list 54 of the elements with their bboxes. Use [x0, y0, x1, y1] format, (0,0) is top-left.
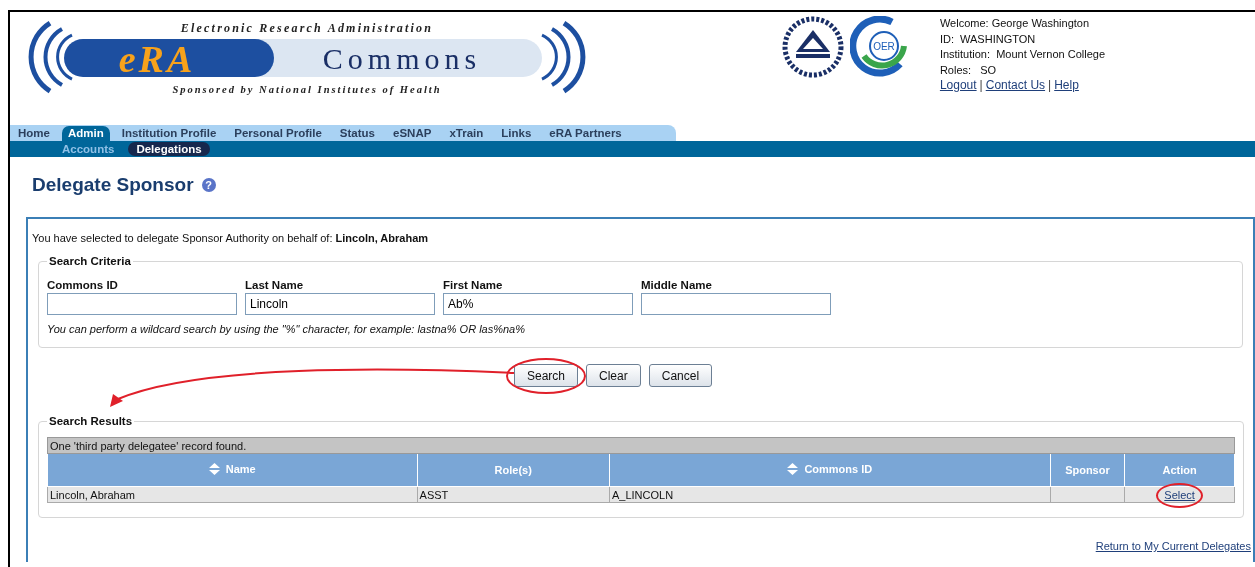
logo-mark: eRA — [118, 38, 196, 80]
user-info: ID: WASHINGTON — [939, 31, 1037, 47]
nav-tab[interactable]: Links — [495, 126, 538, 141]
field-label: First Name — [443, 279, 504, 291]
swoosh-icon — [541, 20, 586, 94]
action-button[interactable]: Clear — [586, 364, 641, 387]
nav-tab[interactable]: Status — [333, 126, 381, 141]
link-separator: | — [979, 78, 983, 94]
logo-tagline: Electronic Research Administration — [180, 21, 434, 35]
subnav-tab[interactable]: Delegations — [128, 142, 210, 156]
sort-icon[interactable] — [208, 463, 220, 475]
column-label: Commons ID — [804, 463, 873, 475]
column-label: Name — [225, 463, 256, 475]
user-info: Institution: Mount Vernon College — [939, 47, 1105, 62]
input-field[interactable]: Lincoln — [245, 293, 435, 315]
column-label: Sponsor — [1065, 464, 1110, 476]
action-button[interactable]: Cancel — [648, 364, 713, 387]
header-link[interactable]: Logout — [939, 78, 977, 94]
input-field[interactable] — [641, 293, 831, 315]
swoosh-icon — [28, 20, 73, 94]
oer-logo — [849, 16, 907, 77]
group-legend: Search Results — [47, 415, 135, 427]
user-info: Roles: SO — [939, 62, 998, 78]
nav-tab[interactable]: eSNAP — [387, 126, 438, 141]
header-link[interactable]: Contact Us — [985, 78, 1046, 94]
user-info: Welcome: George Washington — [939, 16, 1091, 31]
nav-tab[interactable]: eRA Partners — [543, 126, 628, 141]
hint-text: You can perform a wildcard search by using the "%" character, for example: lastna% OR las%na% — [47, 323, 526, 335]
input-field[interactable]: Ab% — [443, 293, 633, 315]
nav-tab[interactable]: Personal Profile — [228, 126, 328, 141]
logo-subtitle: Sponsored by National Institutes of Health — [172, 84, 442, 95]
link-separator: | — [1048, 78, 1052, 94]
nav-tab[interactable]: Home — [12, 126, 56, 141]
field-label: Last Name — [245, 279, 305, 291]
nav-tab[interactable]: Institution Profile — [115, 126, 223, 141]
column-label: Action — [1162, 464, 1197, 476]
sort-icon[interactable] — [787, 463, 799, 475]
intro-text: You have selected to delegate Sponsor Authority on behalf of: Lincoln, Abraham — [32, 232, 430, 244]
logo-label: OER — [873, 41, 895, 52]
logo-name: Commons — [322, 42, 482, 75]
seal-icon — [781, 16, 844, 78]
nav-tab[interactable]: Admin — [61, 126, 110, 141]
nav-tab[interactable]: xTrain — [443, 126, 490, 141]
field-label: Middle Name — [641, 279, 713, 291]
action-button[interactable]: Search — [514, 364, 579, 387]
input-field[interactable] — [47, 293, 237, 315]
page-title: Delegate Sponsor — [32, 174, 194, 196]
column-label: Role(s) — [494, 464, 532, 476]
field-label: Commons ID — [47, 279, 119, 291]
return-link[interactable]: Return to My Current Delegates — [1095, 540, 1251, 552]
results-caption: One 'third party delegatee' record found. — [47, 437, 1235, 454]
header-link[interactable]: Help — [1054, 78, 1079, 94]
help-icon[interactable]: ? — [201, 178, 216, 192]
group-legend: Search Criteria — [47, 255, 133, 267]
